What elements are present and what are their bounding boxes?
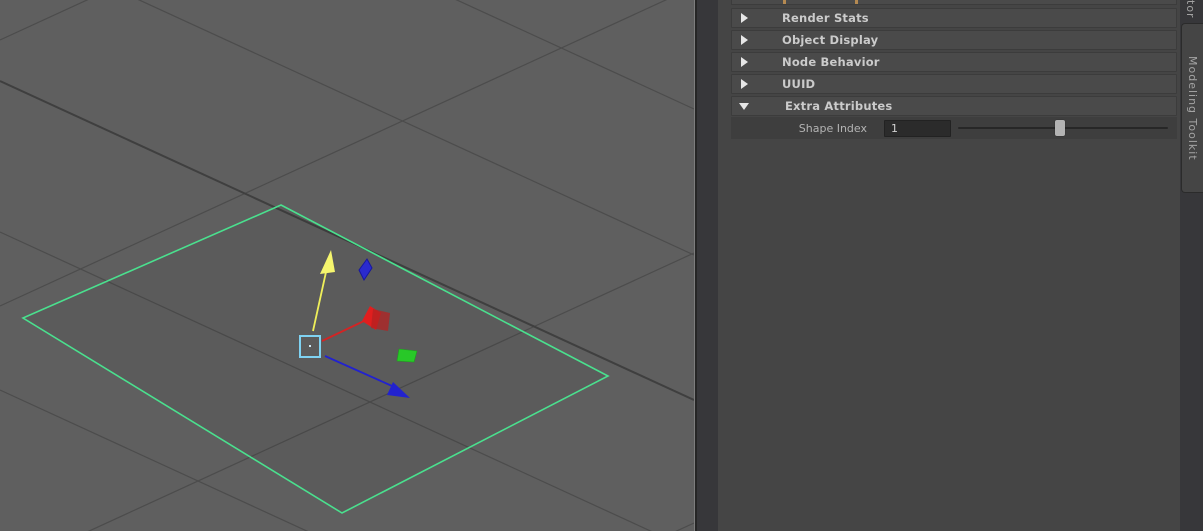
chevron-right-icon	[741, 35, 748, 45]
tab-modeling-toolkit[interactable]: Modeling Toolkit	[1181, 23, 1203, 193]
modeling-toolkit-tab-label: Modeling Toolkit	[1186, 55, 1199, 161]
clipped-header-text-fragment	[855, 0, 858, 4]
viewport-3d[interactable]	[0, 0, 694, 531]
attribute-editor-tab-clipped[interactable]: tor	[1184, 0, 1197, 22]
section-label: Object Display	[782, 33, 879, 47]
clipped-header-text-fragment	[783, 0, 786, 4]
section-label: Render Stats	[782, 11, 869, 25]
chevron-right-icon	[741, 13, 748, 23]
shape-index-input[interactable]	[884, 119, 951, 137]
chevron-down-icon	[739, 102, 749, 110]
section-header-extra-attributes[interactable]: Extra Attributes	[731, 96, 1177, 116]
section-header-clipped[interactable]	[731, 0, 1177, 5]
section-header-uuid[interactable]: UUID	[731, 74, 1177, 94]
shape-index-slider[interactable]	[958, 120, 1168, 136]
chevron-right-icon	[741, 79, 748, 89]
section-header-render-stats[interactable]: Render Stats	[731, 8, 1177, 28]
shape-index-row: Shape Index	[731, 117, 1177, 139]
application-window: Render Stats Object Display Node Behavio…	[0, 0, 1203, 531]
section-header-object-display[interactable]: Object Display	[731, 30, 1177, 50]
chevron-right-icon	[741, 57, 748, 67]
slider-handle[interactable]	[1054, 120, 1065, 136]
section-label: UUID	[782, 77, 816, 91]
right-tab-bar: tor Modeling Toolkit	[1180, 0, 1203, 531]
manipulator-center-dot	[309, 345, 311, 347]
section-label: Node Behavior	[782, 55, 880, 69]
section-header-node-behavior[interactable]: Node Behavior	[731, 52, 1177, 72]
attribute-editor-panel: Render Stats Object Display Node Behavio…	[718, 0, 1180, 531]
shape-index-label: Shape Index	[798, 121, 867, 135]
panel-left-gutter	[697, 0, 718, 531]
section-label: Extra Attributes	[785, 99, 893, 113]
clipped-tab-text: tor	[1184, 0, 1197, 19]
handle-quad-green[interactable]	[396, 348, 418, 363]
